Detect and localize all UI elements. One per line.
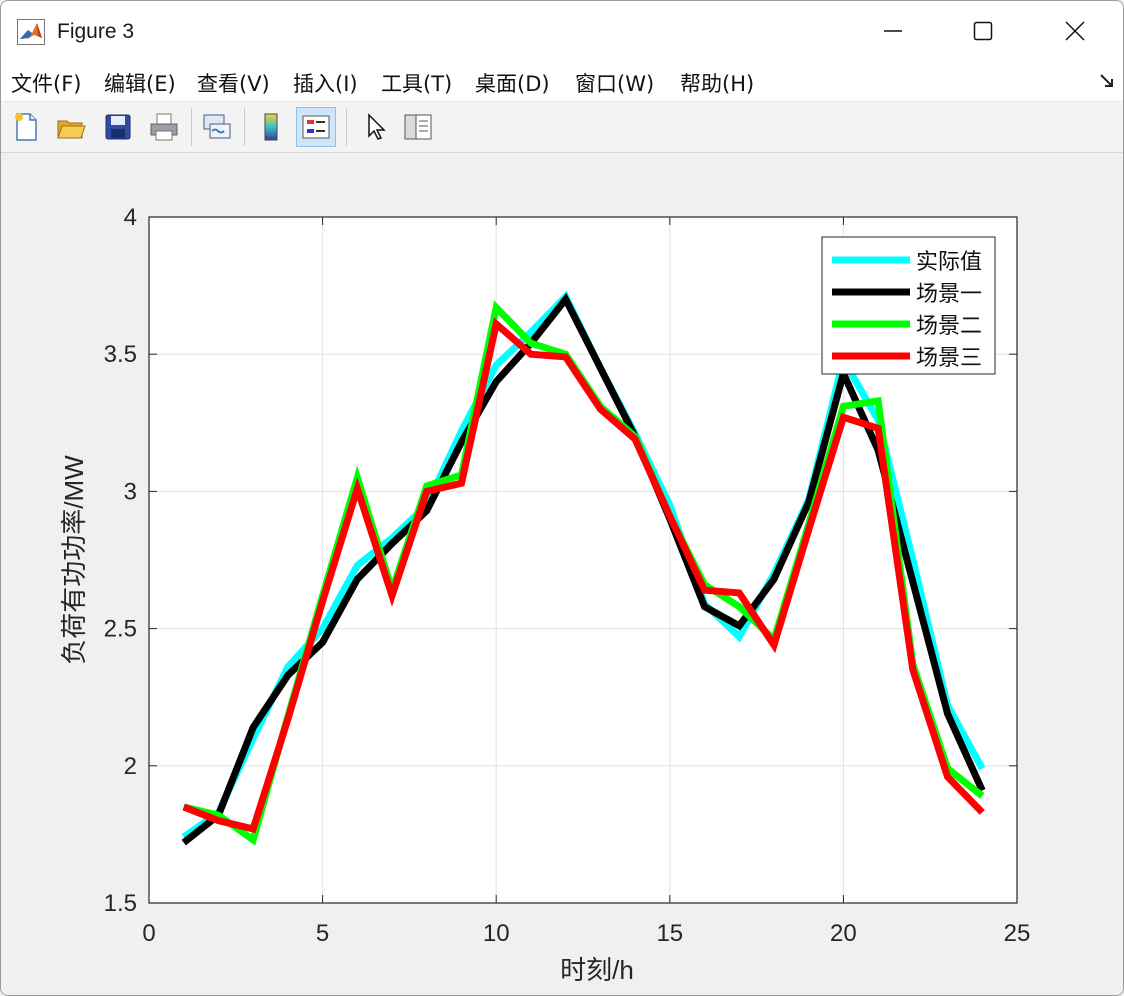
colorbar-icon	[264, 113, 278, 141]
open-file-icon	[57, 120, 86, 139]
y-tick-label: 2.5	[104, 616, 137, 643]
maximize-icon	[973, 21, 993, 41]
close-icon	[1065, 21, 1085, 41]
menu-help[interactable]: 帮助(H)	[680, 68, 754, 98]
legend-icon	[302, 115, 330, 139]
legend-label: 场景一	[916, 281, 982, 306]
save-icon	[105, 114, 131, 140]
x-tick-label: 20	[830, 920, 857, 947]
save-button[interactable]	[98, 107, 138, 147]
menu-view[interactable]: 查看(V)	[197, 68, 270, 98]
new-figure-icon	[15, 113, 37, 141]
property-inspector-icon	[404, 114, 432, 140]
edit-plot-arrow-icon	[368, 113, 386, 140]
matlab-logo-icon	[17, 19, 45, 45]
title-bar: Figure 3	[1, 1, 1123, 61]
close-button[interactable]	[1029, 1, 1121, 61]
menu-tools[interactable]: 工具(T)	[381, 68, 452, 98]
edit-plot-button[interactable]	[355, 107, 395, 147]
toolbar-separator	[346, 108, 347, 146]
print-icon	[150, 113, 178, 141]
open-file-button[interactable]	[51, 107, 91, 147]
x-tick-label: 10	[483, 920, 510, 947]
legend-label: 场景三	[916, 345, 982, 370]
link-plot-icon	[203, 114, 231, 139]
y-axis-label: 负荷有功功率/MW	[59, 455, 89, 665]
minimize-button[interactable]	[847, 1, 939, 61]
minimize-icon	[884, 30, 902, 32]
menu-bar: 文件(F) 编辑(E) 查看(V) 插入(I) 工具(T) 桌面(D) 窗口(W…	[1, 61, 1123, 102]
x-tick-label: 5	[316, 920, 329, 947]
new-figure-button[interactable]	[6, 107, 46, 147]
colorbar-button[interactable]	[251, 107, 291, 147]
menu-window[interactable]: 窗口(W)	[575, 68, 654, 98]
y-tick-label: 3.5	[104, 341, 137, 368]
toolbar-separator	[191, 108, 192, 146]
maximize-button[interactable]	[937, 1, 1029, 61]
toolbar	[1, 102, 1123, 153]
line-chart[interactable]: 0 5 10 15 20 25 1.5 2 2.5 3 3.5 4 时刻/h 负荷有功功率/MW 实际值场景…	[1, 153, 1123, 995]
toolbar-separator	[244, 108, 245, 146]
figure-window: Figure 3 文件(F) 编辑(E) 查看(V) 插入(I) 工具(T) 桌…	[0, 0, 1124, 996]
x-tick-label: 25	[1004, 920, 1031, 947]
legend-label: 实际值	[916, 249, 982, 274]
legend-button[interactable]	[296, 107, 336, 147]
menu-edit[interactable]: 编辑(E)	[104, 68, 176, 98]
y-tick-label: 4	[124, 204, 137, 231]
link-plot-button[interactable]	[197, 107, 237, 147]
menu-desktop[interactable]: 桌面(D)	[475, 68, 550, 98]
figure-canvas: 0 5 10 15 20 25 1.5 2 2.5 3 3.5 4 时刻/h 负荷有功功率/MW 实际值场景…	[1, 153, 1123, 995]
menu-file[interactable]: 文件(F)	[11, 68, 81, 98]
y-tick-label: 2	[124, 753, 137, 780]
x-axis-label: 时刻/h	[560, 955, 634, 985]
x-tick-label: 15	[656, 920, 683, 947]
menu-insert[interactable]: 插入(I)	[293, 68, 358, 98]
y-tick-label: 3	[124, 478, 137, 505]
property-inspector-button[interactable]	[398, 107, 438, 147]
y-tick-label: 1.5	[104, 890, 137, 917]
print-button[interactable]	[144, 107, 184, 147]
window-title: Figure 3	[57, 20, 135, 43]
dock-arrow-icon[interactable]	[1099, 73, 1115, 89]
legend-label: 场景二	[916, 313, 982, 338]
x-tick-label: 0	[142, 920, 155, 947]
